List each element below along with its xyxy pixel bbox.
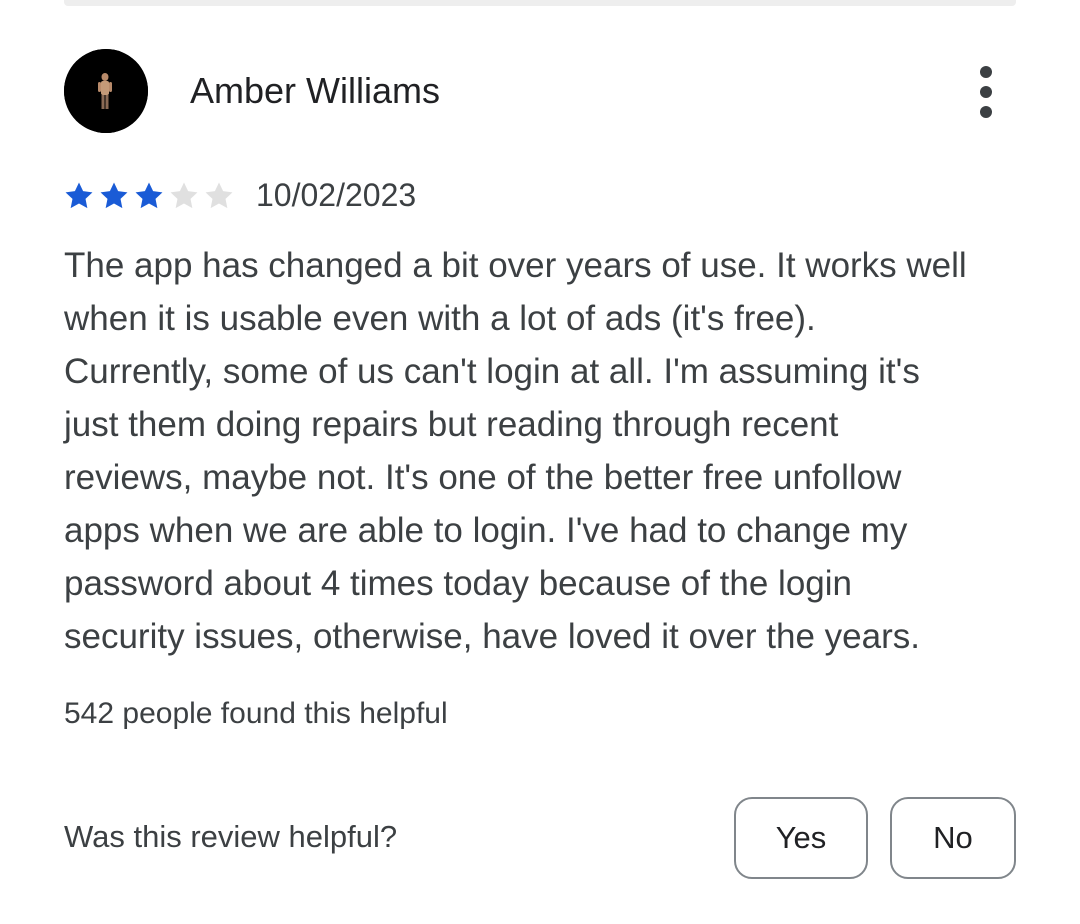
star-empty-icon — [202, 179, 236, 213]
review-text-line: security issues, otherwise, have loved i… — [64, 617, 920, 656]
helpful-question: Was this review helpful? — [64, 819, 398, 854]
yes-button[interactable]: Yes — [734, 797, 868, 879]
star-filled-icon — [97, 179, 131, 213]
no-button[interactable]: No — [890, 797, 1016, 879]
helpful-count: 542 people found this helpful — [64, 697, 448, 730]
more-vert-icon — [980, 66, 992, 78]
star-rating — [62, 178, 237, 214]
review-text-line: just them doing repairs but reading thro… — [64, 405, 839, 444]
review-text-line: The app has changed a bit over years of … — [64, 246, 967, 285]
more-options-button[interactable] — [962, 62, 1010, 122]
star-empty-icon — [167, 179, 201, 213]
more-vert-icon-dot — [980, 106, 992, 118]
avatar[interactable] — [64, 49, 148, 133]
review-text: The app has changed a bit over years of … — [64, 239, 1024, 663]
top-divider — [64, 0, 1016, 6]
star-filled-icon — [132, 179, 166, 213]
star-filled-icon — [62, 179, 96, 213]
reviewer-name: Amber Williams — [190, 70, 441, 111]
review-text-line: Currently, some of us can't login at all… — [64, 352, 920, 391]
review-date: 10/02/2023 — [256, 177, 417, 213]
avatar-photo-icon — [64, 49, 148, 133]
review-text-line: apps when we are able to login. I've had… — [64, 511, 908, 550]
review-text-line: when it is usable even with a lot of ads… — [64, 299, 816, 338]
more-vert-icon-dot — [980, 86, 992, 98]
review-text-line: password about 4 times today because of … — [64, 564, 852, 603]
review-text-line: reviews, maybe not. It's one of the bett… — [64, 458, 902, 497]
